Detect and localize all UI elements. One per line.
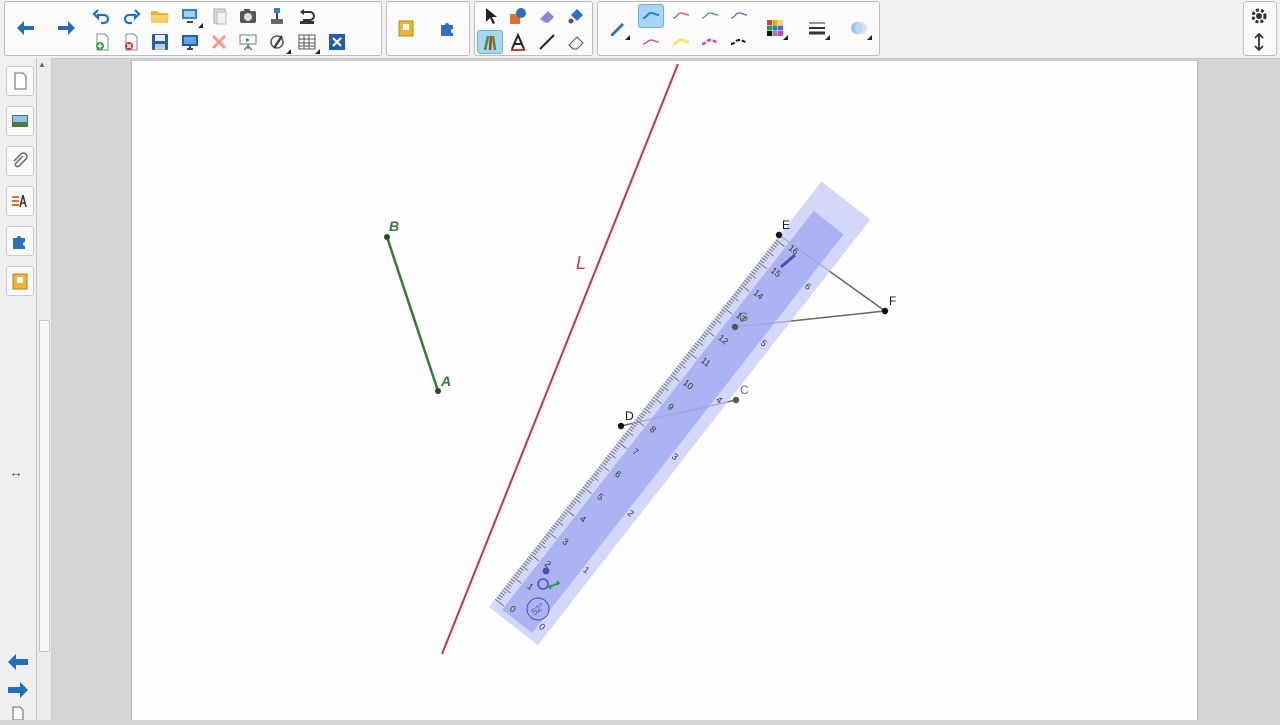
point-a-label: A (440, 373, 451, 389)
point-g-label: G (739, 310, 748, 324)
segment-ab[interactable] (385, 236, 440, 392)
point-c-label: C (740, 383, 749, 397)
point-d-marker[interactable] (617, 422, 625, 430)
add-page-icon[interactable] (89, 30, 115, 54)
page-sorter-icon[interactable] (6, 66, 34, 96)
point-e-label: E (782, 218, 790, 232)
color-palette-icon[interactable] (762, 16, 788, 40)
pen-style-black-dashed[interactable] (726, 30, 752, 54)
point-b-marker[interactable] (384, 234, 390, 240)
drawing-layer: L A B 0123456789101112131415160123456 E … (384, 63, 896, 655)
camera-icon[interactable] (235, 4, 261, 28)
eraser-shape-icon[interactable] (534, 4, 560, 28)
magic-pen-icon[interactable] (265, 30, 291, 54)
undo-icon[interactable] (89, 4, 115, 28)
toolbar-position-icon[interactable] (1246, 30, 1272, 54)
addons-puzzle-icon[interactable] (435, 16, 461, 40)
pen-style-magenta[interactable] (638, 30, 664, 54)
forward-arrow-icon[interactable] (53, 16, 79, 40)
pen-style-magenta-dashed[interactable] (697, 30, 723, 54)
previous-page-arrow-icon[interactable] (6, 652, 30, 677)
pen-style-purple[interactable] (726, 4, 752, 28)
scroll-thumb[interactable] (39, 320, 50, 652)
fill-icon[interactable] (563, 4, 589, 28)
redo-icon[interactable] (118, 4, 144, 28)
document-camera-icon[interactable] (265, 4, 291, 28)
shapes-icon[interactable] (505, 4, 531, 28)
gallery-tab-icon[interactable] (6, 106, 34, 136)
pens-icon[interactable] (477, 30, 503, 54)
open-folder-icon[interactable] (147, 4, 173, 28)
pen-icon[interactable] (604, 16, 630, 40)
sidebar-scrollbar[interactable]: ▲ (37, 58, 52, 720)
point-f-marker[interactable] (881, 307, 889, 315)
tools-group (474, 1, 593, 56)
display-icon[interactable] (177, 30, 203, 54)
main-toolbar (0, 0, 1280, 59)
properties-icon[interactable] (6, 186, 34, 216)
gallery-icon[interactable] (393, 16, 419, 40)
line-icon[interactable] (534, 30, 560, 54)
point-e-marker[interactable] (775, 231, 783, 239)
pen-styles-group (597, 1, 880, 56)
gear-icon[interactable] (1246, 4, 1272, 28)
side-tabs: ↔ (0, 58, 37, 721)
close-icon[interactable] (206, 30, 232, 54)
addons-tab-icon[interactable] (6, 226, 34, 256)
next-page-arrow-icon[interactable] (6, 680, 30, 705)
pen-style-green[interactable] (697, 4, 723, 28)
ruler-tool[interactable]: 0123456789101112131415160123456 (489, 181, 871, 646)
delete-page-icon[interactable] (118, 30, 144, 54)
point-d-label: D (625, 409, 634, 423)
line-l-label: L (576, 253, 586, 273)
line-style-icon[interactable] (804, 16, 830, 40)
ruler-center-band (502, 210, 844, 634)
attachments-icon[interactable] (6, 146, 34, 176)
point-f-label: F (889, 294, 896, 308)
text-icon[interactable] (505, 30, 531, 54)
paste-icon[interactable] (206, 4, 232, 28)
presentation-icon[interactable] (235, 30, 261, 54)
save-icon[interactable] (147, 30, 173, 54)
point-g-marker[interactable] (731, 323, 739, 331)
point-b-label: B (389, 218, 399, 234)
ruler-rotate-handle[interactable] (542, 567, 550, 575)
fullscreen-icon[interactable] (324, 30, 350, 54)
settings-group (1243, 1, 1277, 56)
pen-style-yellow[interactable] (668, 30, 694, 54)
gallery-group (386, 1, 470, 56)
history-group (4, 1, 382, 56)
pen-style-red[interactable] (668, 4, 694, 28)
select-arrow-icon[interactable] (477, 4, 503, 28)
lesson-activity-icon[interactable] (6, 266, 34, 296)
table-icon[interactable] (294, 30, 320, 54)
add-page-bottom-icon[interactable] (10, 706, 26, 725)
rotate-icon[interactable] (294, 4, 320, 28)
eraser-icon[interactable] (563, 30, 589, 54)
back-arrow-icon[interactable] (13, 16, 39, 40)
resize-handle-icon[interactable]: ↔ (9, 464, 23, 480)
pen-style-blue[interactable] (638, 4, 664, 28)
point-c-marker[interactable] (732, 396, 740, 404)
transparency-icon[interactable] (846, 16, 872, 40)
whiteboard-page[interactable]: L A B 0 1 2 3 4 5 6 7 8 9 10 11 12 13 14 15 16 0 1 2 3 4 5 6 E … (131, 60, 1198, 720)
screen-capture-icon[interactable] (177, 4, 203, 28)
